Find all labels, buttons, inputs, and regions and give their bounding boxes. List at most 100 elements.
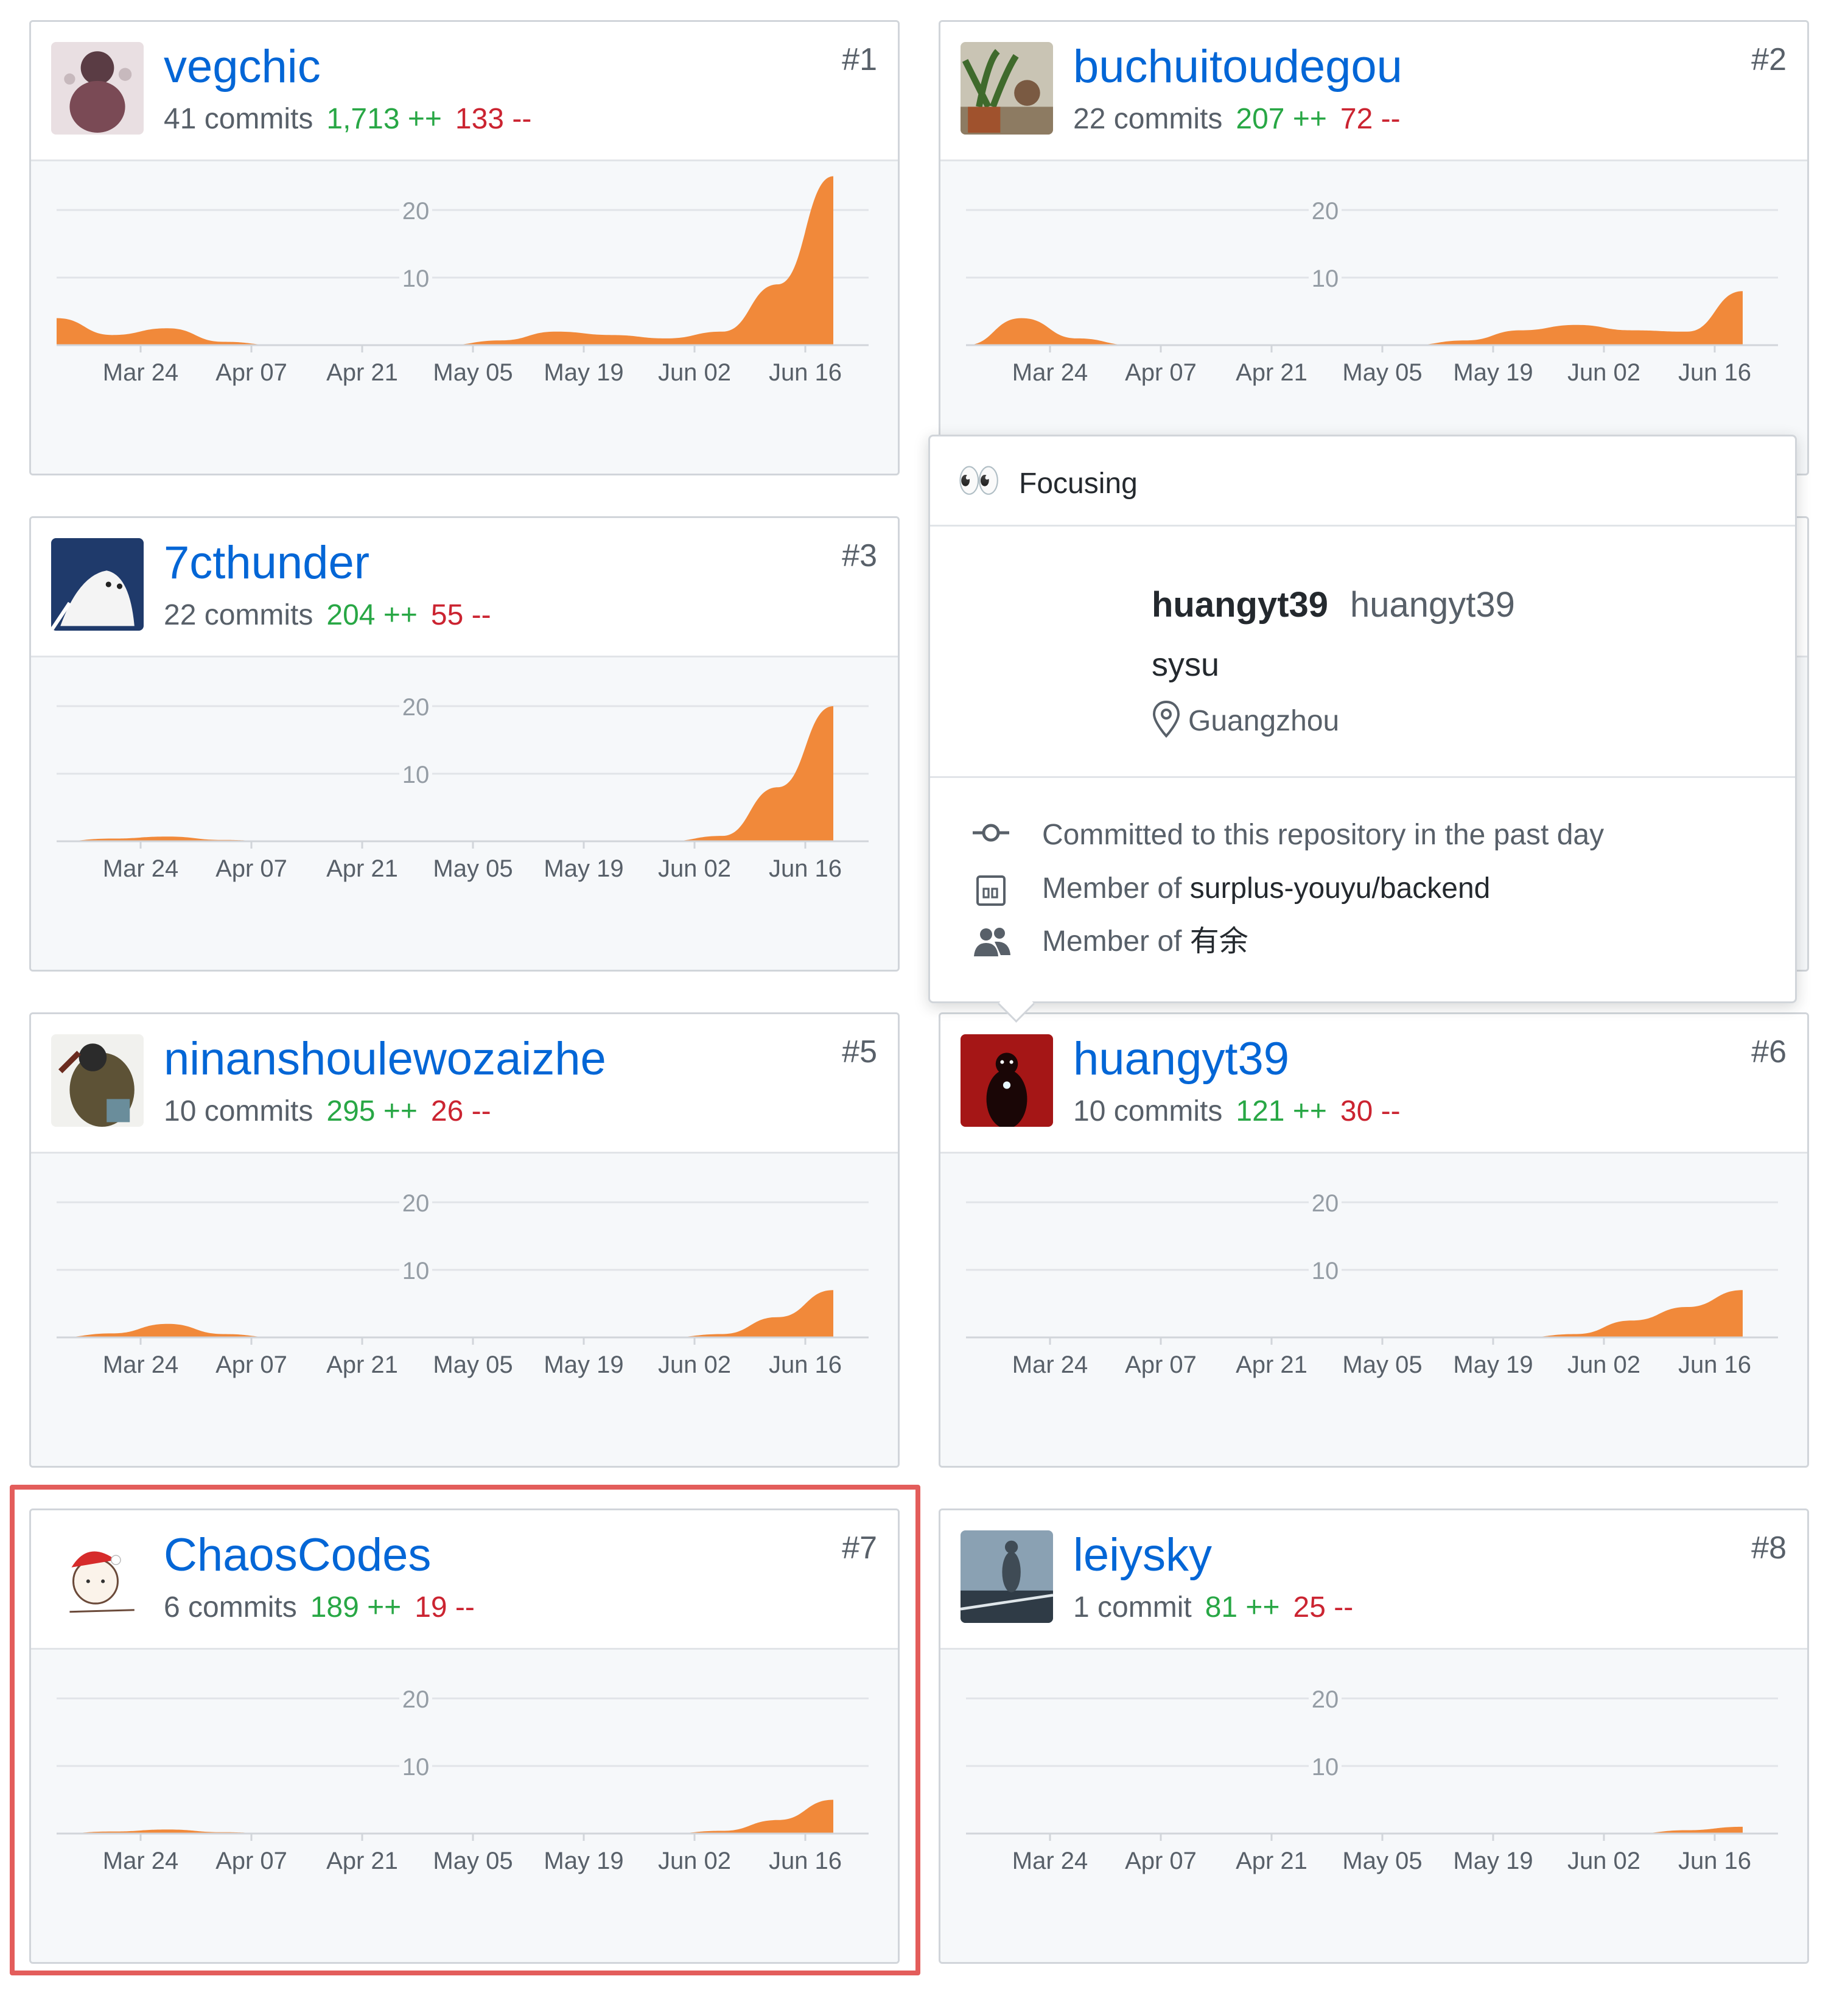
member-of-label: Member of bbox=[1042, 925, 1190, 958]
y-tick-label: 20 bbox=[1312, 198, 1339, 225]
commit-count[interactable]: 10 commits bbox=[1073, 1095, 1222, 1127]
commit-chart-svg: 20 10 Mar 24 Apr 07 Apr 21 May 05 May 19 Jun 02… bbox=[57, 693, 869, 882]
x-tick-label: Jun 16 bbox=[769, 1351, 842, 1378]
card-header: huangyt39 10 commits 121 ++ 30 -- #6 bbox=[940, 1014, 1807, 1154]
contributor-username[interactable]: vegchic bbox=[164, 44, 321, 90]
x-tick-label: Jun 16 bbox=[1678, 359, 1751, 386]
deletions-count: 25 -- bbox=[1293, 1591, 1354, 1624]
commit-area-series bbox=[57, 176, 833, 345]
contributor-username[interactable]: buchuitoudegou bbox=[1073, 44, 1402, 90]
contributor-rank: #1 bbox=[842, 42, 877, 77]
contributor-card: buchuitoudegou 22 commits 207 ++ 72 -- #2 … bbox=[939, 20, 1809, 475]
commit-area-series bbox=[966, 1826, 1743, 1834]
contributor-stats: 41 commits 1,713 ++ 133 -- bbox=[164, 105, 531, 134]
avatar[interactable] bbox=[961, 1530, 1053, 1623]
x-tick-label: May 05 bbox=[1342, 359, 1422, 386]
contributor-username[interactable]: huangyt39 bbox=[1073, 1036, 1289, 1082]
commit-count[interactable]: 22 commits bbox=[1073, 103, 1222, 135]
deletions-count: 30 -- bbox=[1340, 1095, 1401, 1127]
org-membership-text: Member of 有余 bbox=[1042, 923, 1248, 960]
contributor-username[interactable]: ninanshoulewozaizhe bbox=[164, 1036, 606, 1082]
additions-count: 121 ++ bbox=[1236, 1095, 1327, 1127]
x-tick-label: Jun 02 bbox=[658, 1351, 731, 1378]
x-tick-label: Jun 16 bbox=[1678, 1848, 1751, 1874]
x-tick-label: Apr 21 bbox=[1236, 1848, 1307, 1874]
x-tick-label: May 19 bbox=[544, 1351, 623, 1378]
x-tick-label: Apr 07 bbox=[1125, 359, 1197, 386]
y-tick-label: 20 bbox=[402, 694, 430, 721]
x-tick-label: May 05 bbox=[433, 855, 513, 882]
additions-count: 295 ++ bbox=[326, 1095, 418, 1127]
avatar[interactable] bbox=[51, 42, 144, 135]
commit-activity-chart: 20 10 Mar 24 Apr 07 Apr 21 May 05 May 19 Jun 02… bbox=[940, 1154, 1807, 1466]
repo-membership-text: Member of surplus-youyu/backend bbox=[1042, 871, 1490, 907]
deletions-count: 72 -- bbox=[1340, 103, 1401, 135]
card-header: buchuitoudegou 22 commits 207 ++ 72 -- #2 bbox=[940, 22, 1807, 161]
commit-count[interactable]: 22 commits bbox=[164, 599, 313, 631]
commit-activity-chart: 20 10 Mar 24 Apr 07 Apr 21 May 05 May 19 Jun 02… bbox=[31, 657, 898, 970]
repo-link[interactable]: surplus-youyu/backend bbox=[1190, 872, 1491, 905]
x-tick-label: Jun 02 bbox=[1567, 1848, 1640, 1874]
commit-count[interactable]: 1 commit bbox=[1073, 1591, 1192, 1624]
x-tick-label: Mar 24 bbox=[103, 855, 179, 882]
y-tick-label: 20 bbox=[402, 198, 430, 225]
x-tick-label: May 19 bbox=[1453, 1848, 1533, 1874]
x-tick-label: Apr 21 bbox=[326, 359, 398, 386]
additions-count: 81 ++ bbox=[1205, 1591, 1280, 1624]
x-tick-label: Jun 16 bbox=[769, 359, 842, 386]
deletions-count: 55 -- bbox=[430, 599, 491, 631]
people-icon bbox=[974, 928, 1010, 956]
x-tick-label: May 05 bbox=[1342, 1848, 1422, 1874]
x-tick-label: May 19 bbox=[544, 359, 623, 386]
contributor-username[interactable]: 7cthunder bbox=[164, 540, 369, 586]
x-tick-label: Apr 21 bbox=[326, 1351, 398, 1378]
repo-icon bbox=[976, 875, 1006, 906]
contributor-card: huangyt39 10 commits 121 ++ 30 -- #6 20 10 M… bbox=[939, 1012, 1809, 1468]
commit-count[interactable]: 10 commits bbox=[164, 1095, 313, 1127]
x-tick-label: May 05 bbox=[433, 359, 513, 386]
hovercard-status: 👀 Focusing bbox=[930, 436, 1795, 527]
contributor-card: leiysky 1 commit 81 ++ 25 -- #8 20 10 Mar 24… bbox=[939, 1508, 1809, 1964]
x-tick-label: Jun 16 bbox=[1678, 1351, 1751, 1378]
contributor-card: ninanshoulewozaizhe 10 commits 295 ++ 26 -… bbox=[29, 1012, 900, 1468]
commit-count[interactable]: 41 commits bbox=[164, 103, 313, 135]
contributor-stats: 10 commits 295 ++ 26 -- bbox=[164, 1097, 491, 1126]
x-tick-label: Mar 24 bbox=[1012, 1351, 1088, 1378]
x-tick-label: May 19 bbox=[1453, 359, 1533, 386]
x-tick-label: Apr 07 bbox=[215, 1351, 287, 1378]
hovercard-bio: sysu bbox=[1152, 646, 1220, 683]
y-tick-label: 20 bbox=[1312, 1686, 1339, 1713]
y-tick-label: 20 bbox=[1312, 1190, 1339, 1217]
avatar[interactable] bbox=[51, 538, 144, 631]
avatar[interactable] bbox=[51, 1034, 144, 1127]
contributor-stats: 1 commit 81 ++ 25 -- bbox=[1073, 1593, 1353, 1622]
hovercard-location: Guangzhou bbox=[1188, 705, 1340, 737]
avatar[interactable] bbox=[961, 1034, 1053, 1127]
contributor-username[interactable]: leiysky bbox=[1073, 1532, 1212, 1578]
eyes-emoji-icon: 👀 bbox=[957, 461, 1001, 500]
y-tick-label: 20 bbox=[402, 1190, 430, 1217]
commit-chart-svg: 20 10 Mar 24 Apr 07 Apr 21 May 05 May 19 Jun 02… bbox=[966, 1685, 1778, 1874]
commit-activity-chart: 20 10 Mar 24 Apr 07 Apr 21 May 05 May 19 Jun 02… bbox=[940, 161, 1807, 474]
deletions-count: 26 -- bbox=[430, 1095, 491, 1127]
contributor-stats: 22 commits 204 ++ 55 -- bbox=[164, 601, 491, 630]
commit-area-series bbox=[966, 1290, 1743, 1337]
card-header: ninanshoulewozaizhe 10 commits 295 ++ 26 -… bbox=[31, 1014, 898, 1154]
x-tick-label: Apr 21 bbox=[1236, 1351, 1307, 1378]
contributor-stats: 22 commits 207 ++ 72 -- bbox=[1073, 105, 1401, 134]
hovercard-name: huangyt39 bbox=[1350, 585, 1515, 625]
avatar[interactable] bbox=[961, 42, 1053, 135]
card-header: vegchic 41 commits 1,713 ++ 133 -- #1 bbox=[31, 22, 898, 161]
y-tick-label: 10 bbox=[402, 265, 430, 292]
location-icon bbox=[1152, 700, 1180, 738]
commit-chart-svg: 20 10 Mar 24 Apr 07 Apr 21 May 05 May 19 Jun 02… bbox=[966, 197, 1778, 386]
x-tick-label: May 19 bbox=[1453, 1351, 1533, 1378]
org-link[interactable]: 有余 bbox=[1190, 925, 1248, 958]
card-header: leiysky 1 commit 81 ++ 25 -- #8 bbox=[940, 1510, 1807, 1650]
y-tick-label: 10 bbox=[402, 762, 430, 788]
x-tick-label: May 05 bbox=[433, 1351, 513, 1378]
x-tick-label: Mar 24 bbox=[103, 359, 179, 386]
contributor-rank: #8 bbox=[1751, 1530, 1787, 1566]
hovercard-login[interactable]: huangyt39 bbox=[1152, 587, 1328, 623]
x-tick-label: Apr 21 bbox=[326, 855, 398, 882]
